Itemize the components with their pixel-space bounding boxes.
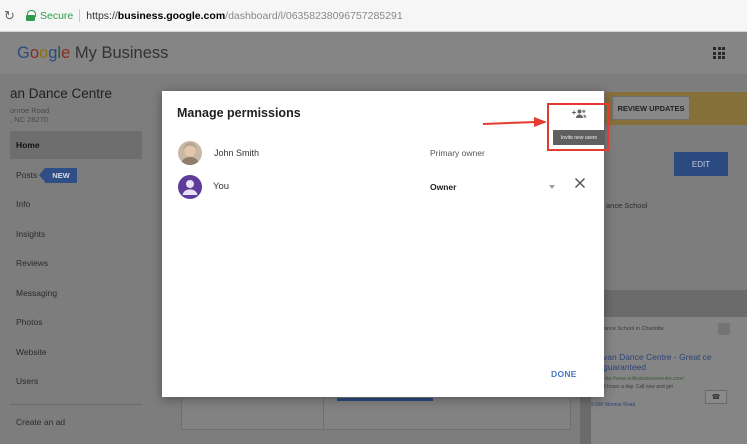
business-address-line1: onroe Road	[10, 106, 50, 115]
url-text[interactable]: https://business.google.com/dashboard/l/…	[86, 10, 402, 22]
user-name-john-smith: John Smith	[214, 148, 260, 158]
annotation-highlight-box	[547, 103, 609, 151]
sidebar-item-messaging[interactable]: Messaging	[10, 279, 142, 307]
ad-preview-description: 4 hours a day. Call now and get	[603, 384, 673, 390]
sidebar-item-insights[interactable]: Insights	[10, 220, 142, 248]
avatar	[178, 141, 202, 165]
close-icon[interactable]	[573, 176, 587, 190]
url-host: business.google.com	[117, 9, 226, 22]
ad-preview-address: 9 NW Monroe Road	[591, 402, 636, 408]
sidebar-item-users[interactable]: Users	[10, 367, 142, 395]
browser-address-bar[interactable]: ↻ Secure https://business.google.com/das…	[0, 0, 747, 32]
dashboard-card	[181, 398, 571, 430]
ad-preview-title: van Dance Centre - Great ce guaranteed	[603, 352, 712, 372]
sidebar-item-reviews[interactable]: Reviews	[10, 249, 142, 277]
sidebar-item-home[interactable]: Home	[10, 131, 142, 159]
sidebar-item-create-ad[interactable]: Create an ad	[10, 408, 142, 436]
ad-preview-url: http://www.sullivandancecentre.com/	[603, 376, 684, 382]
review-updates-button[interactable]: REVIEW UPDATES	[612, 96, 690, 120]
business-category-text: ance School	[606, 201, 648, 210]
reload-icon[interactable]: ↻	[4, 8, 20, 24]
role-select[interactable]: Owner	[430, 182, 456, 192]
google-my-business-logo[interactable]: Google My Business	[17, 44, 168, 63]
sidebar-item-posts[interactable]: Posts NEW	[10, 161, 142, 189]
user-name-you: You	[213, 181, 230, 192]
annotation-arrow-icon	[482, 117, 547, 127]
lock-icon	[26, 10, 36, 21]
search-icon	[718, 323, 730, 335]
sidebar-item-info[interactable]: Info	[10, 190, 142, 218]
dashboard-card-button[interactable]	[337, 398, 433, 401]
avatar	[178, 175, 202, 199]
new-badge: NEW	[39, 167, 77, 183]
dialog-title: Manage permissions	[177, 106, 301, 120]
dashboard-card-divider	[323, 398, 324, 430]
done-button[interactable]: DONE	[551, 369, 577, 379]
secure-label: Secure	[40, 9, 74, 22]
url-separator	[79, 9, 81, 22]
sidebar-item-photos[interactable]: Photos	[10, 308, 142, 336]
business-name: an Dance Centre	[10, 86, 113, 101]
edit-button[interactable]: EDIT	[674, 152, 728, 176]
manage-permissions-dialog: Manage permissions John Smith Primary ow…	[162, 91, 604, 397]
user-role-primary-owner: Primary owner	[430, 148, 485, 158]
apps-grid-icon[interactable]	[713, 47, 725, 59]
sidebar-divider	[10, 404, 142, 405]
ad-preview-search-text: Dance School in Charlotte	[600, 326, 664, 332]
phone-call-icon: ☎	[705, 390, 727, 404]
chevron-down-icon[interactable]	[549, 185, 555, 189]
app-header: Google My Business	[0, 32, 747, 74]
sidebar: an Dance Centre onroe Road , NC 28270 Ho…	[10, 74, 142, 444]
url-scheme: https://	[86, 9, 118, 22]
url-path: /dashboard/l/06358238096757285291	[225, 9, 403, 22]
business-address-line2: , NC 28270	[10, 115, 48, 124]
sidebar-item-website[interactable]: Website	[10, 338, 142, 366]
